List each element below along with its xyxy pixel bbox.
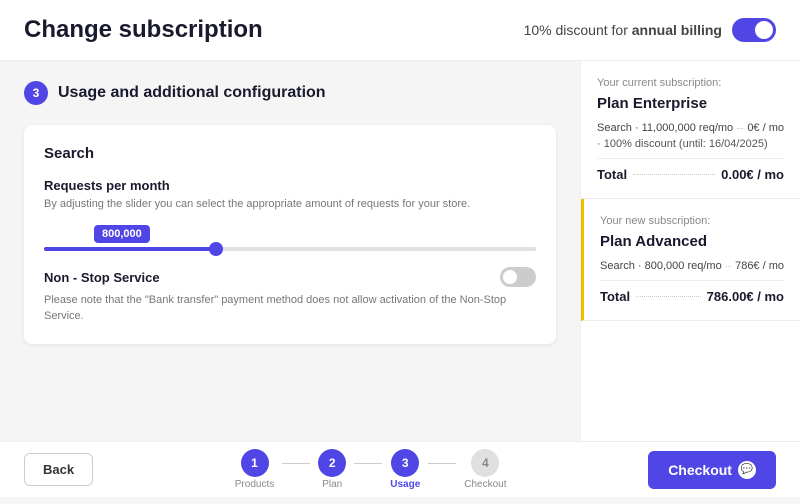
new-sub-label: Your new subscription:	[600, 215, 784, 227]
step-badge: 3	[24, 81, 48, 105]
current-discount: · 100% discount (until: 16/04/2025)	[597, 138, 784, 150]
checkout-button[interactable]: Checkout	[648, 451, 776, 489]
step-connector-1	[282, 463, 310, 464]
nss-row: Non - Stop Service	[44, 267, 536, 287]
step-label-1: Products	[235, 479, 274, 490]
current-plan-name: Plan Enterprise	[597, 95, 784, 112]
left-panel: 3 Usage and additional configuration Sea…	[0, 61, 580, 441]
chat-icon	[738, 461, 756, 479]
current-total-label: Total	[597, 167, 627, 182]
step-item-1: 1 Products	[235, 449, 274, 490]
step-label-3: Usage	[390, 479, 420, 490]
step-label-2: Plan	[322, 479, 342, 490]
current-subscription-block: Your current subscription: Plan Enterpri…	[581, 61, 800, 199]
new-search-line: Search · 800,000 req/mo 786€ / mo	[600, 260, 784, 272]
annual-billing-toggle[interactable]	[732, 18, 776, 42]
rpm-label: Requests per month	[44, 178, 536, 193]
new-total-dots	[636, 296, 701, 297]
step-item-3: 3 Usage	[390, 449, 420, 490]
slider-container: 800,000	[44, 224, 536, 251]
current-search-line: Search · 11,000,000 req/mo 0€ / mo	[597, 122, 784, 134]
new-subscription-block: Your new subscription: Plan Advanced Sea…	[581, 199, 800, 321]
step-connector-2	[354, 463, 382, 464]
step-label-4: Checkout	[464, 479, 506, 490]
step-header: 3 Usage and additional configuration	[24, 81, 556, 105]
current-search-label: Search · 11,000,000 req/mo	[597, 122, 733, 134]
current-total-price: 0.00€ / mo	[721, 167, 784, 182]
back-button[interactable]: Back	[24, 453, 93, 486]
nss-label: Non - Stop Service	[44, 270, 160, 285]
rpm-desc: By adjusting the slider you can select t…	[44, 197, 536, 212]
step-circle-2: 2	[318, 449, 346, 477]
new-total-row: Total 786.00€ / mo	[600, 280, 784, 304]
step-connector-3	[428, 463, 456, 464]
page-title: Change subscription	[24, 16, 263, 44]
step-title: Usage and additional configuration	[58, 84, 326, 102]
step-circle-4: 4	[471, 449, 499, 477]
nss-toggle[interactable]	[500, 267, 536, 287]
step-item-4: 4 Checkout	[464, 449, 506, 490]
step-circle-3: 3	[391, 449, 419, 477]
new-total-label: Total	[600, 289, 630, 304]
billing-label: 10% discount for annual billing	[524, 22, 722, 38]
nss-desc: Please note that the "Bank transfer" pay…	[44, 293, 536, 324]
slider-tooltip: 800,000	[94, 225, 150, 243]
header: Change subscription 10% discount for ann…	[0, 0, 800, 61]
line-dots	[737, 128, 743, 129]
step-item-2: 2 Plan	[318, 449, 346, 490]
steps-nav: 1 Products 2 Plan 3 Usage 4 Checkout	[235, 449, 507, 490]
checkout-label: Checkout	[668, 462, 732, 478]
current-total-row: Total 0.00€ / mo	[597, 158, 784, 182]
current-sub-label: Your current subscription:	[597, 77, 784, 89]
main-content: 3 Usage and additional configuration Sea…	[0, 61, 800, 441]
new-search-label: Search · 800,000 req/mo	[600, 260, 722, 272]
footer: Back 1 Products 2 Plan 3 Usage 4 Checkou…	[0, 441, 800, 497]
billing-info: 10% discount for annual billing	[524, 18, 776, 42]
new-total-price: 786.00€ / mo	[707, 289, 784, 304]
current-total-dots	[633, 174, 715, 175]
current-search-price: 0€ / mo	[747, 122, 784, 134]
config-card: Search Requests per month By adjusting t…	[24, 125, 556, 344]
line-dots-new	[726, 266, 731, 267]
section-title: Search	[44, 145, 536, 162]
new-search-price: 786€ / mo	[735, 260, 784, 272]
step-circle-1: 1	[241, 449, 269, 477]
right-panel: Your current subscription: Plan Enterpri…	[580, 61, 800, 441]
new-plan-name: Plan Advanced	[600, 233, 784, 250]
